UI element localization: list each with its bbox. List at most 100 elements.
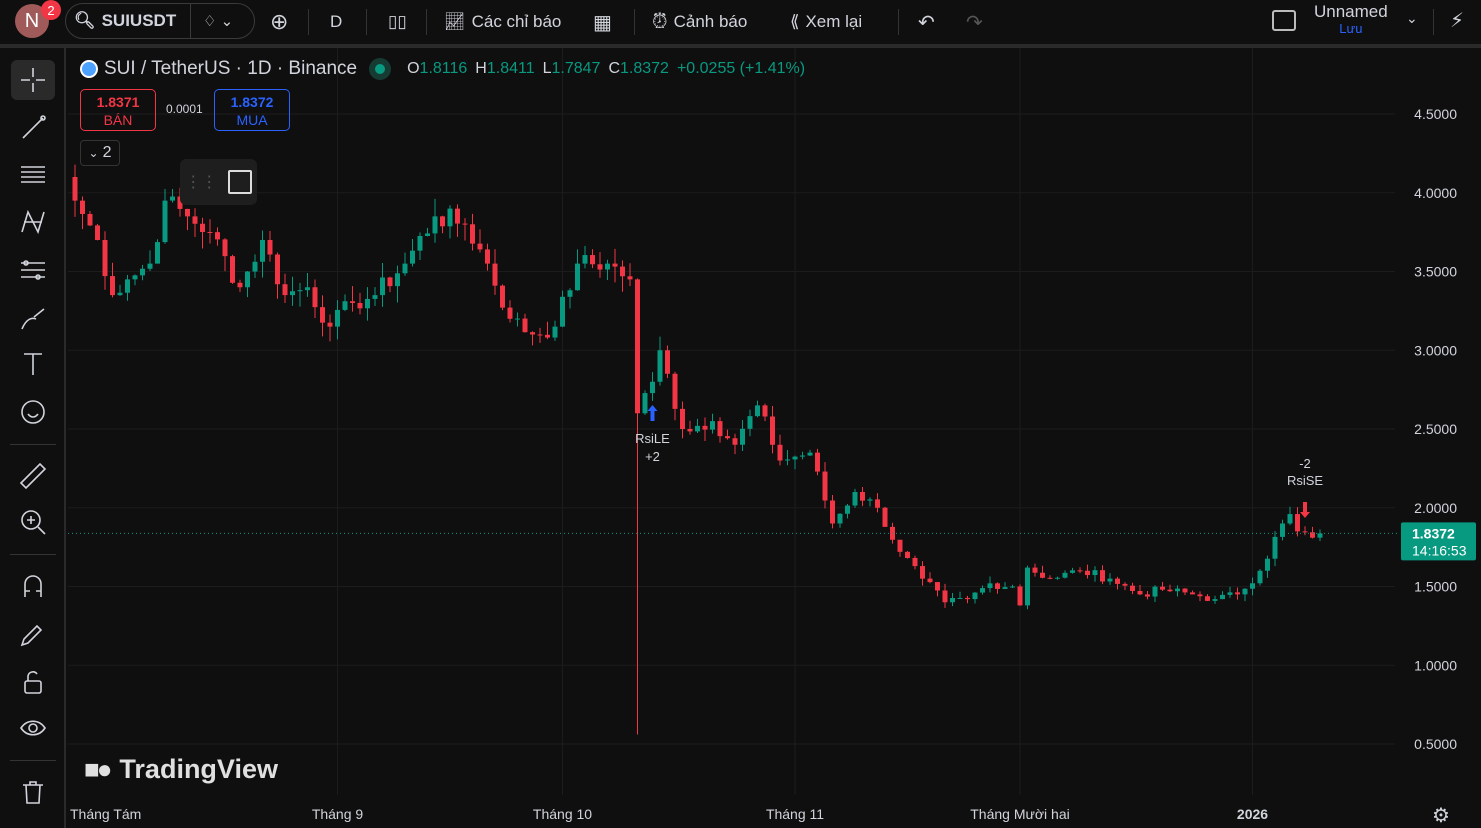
candle-body — [275, 254, 280, 285]
y-tick-label: 1.0000 — [1414, 657, 1457, 673]
rectangle-icon[interactable] — [227, 170, 252, 194]
high-value: 1.8411 — [486, 60, 535, 77]
candle-body — [1205, 596, 1210, 601]
candle-body — [852, 492, 858, 506]
candle-body — [1025, 567, 1030, 606]
indicators-collapse-button[interactable]: ⌄ 2 — [80, 140, 120, 166]
price-chart[interactable]: 4.5000 4.0000 3.5000 3.0000 2.5000 2.0000 1.50… — [68, 48, 1481, 828]
candle-body — [972, 592, 978, 600]
lock-all-tool[interactable] — [11, 662, 55, 702]
alerts-button[interactable]: ⏰︎ Cảnh báo — [644, 0, 755, 44]
candle-body — [1152, 586, 1158, 597]
drawing-toolbar — [0, 48, 66, 828]
crosshair-tool[interactable] — [11, 60, 55, 100]
symbol-search[interactable]: 🔍︎ SUIUSDT ♢ ⌄ — [65, 3, 255, 39]
sell-button[interactable]: 1.8371 BÁN — [80, 89, 156, 131]
candle-body — [260, 240, 265, 262]
tradingview-logo[interactable]: ■● TradingView — [84, 754, 278, 785]
candle-body — [500, 285, 505, 308]
symbol-title[interactable]: SUI / TetherUS · 1D · Binance — [104, 58, 357, 80]
candle-body — [87, 213, 93, 226]
candle-body — [1100, 570, 1105, 582]
replay-button[interactable]: ⟪ Xem lại — [782, 0, 870, 44]
lock-drawing-tool[interactable] — [11, 614, 55, 654]
measure-tool[interactable] — [11, 456, 55, 496]
diamond-icon[interactable]: ♢ ⌄ — [191, 12, 233, 30]
compare-button[interactable]: ⊕ — [262, 0, 296, 44]
candle-body — [1175, 588, 1180, 592]
candle-body — [537, 334, 543, 336]
spread-value: 0.0001 — [166, 102, 203, 116]
templates-button[interactable]: ▦ — [585, 0, 620, 44]
x-tick-label: Tháng 11 — [766, 806, 824, 822]
candle-body — [132, 275, 138, 280]
chart-type-button[interactable]: ▯▯ — [380, 0, 415, 44]
drag-handle-icon[interactable]: ⋮⋮ — [185, 172, 217, 192]
text-tool[interactable] — [11, 344, 55, 384]
trendline-tool[interactable] — [11, 108, 55, 148]
candle-body — [770, 416, 775, 445]
candle-body — [620, 266, 625, 277]
quick-search-icon[interactable]: ⚡︎ — [1450, 8, 1464, 33]
candle-body — [905, 551, 910, 558]
candle-body — [672, 373, 678, 409]
candle-body — [125, 279, 130, 293]
save-link[interactable]: Lưu — [1314, 20, 1388, 37]
zoom-tool[interactable] — [11, 502, 55, 542]
candle-body — [1190, 592, 1195, 595]
buy-button[interactable]: 1.8372 MUA — [214, 89, 290, 131]
candle-body — [207, 232, 213, 234]
candle-body — [845, 505, 850, 514]
sell-arrow-icon — [1300, 502, 1310, 518]
zoom-in-icon — [21, 510, 46, 535]
indicator-count: 2 — [102, 144, 112, 161]
candle-body — [1160, 586, 1165, 590]
candle-body — [417, 235, 423, 251]
candle-body — [1212, 599, 1218, 601]
brush-tool[interactable] — [11, 298, 55, 338]
candle-body — [485, 249, 490, 264]
indicators-button[interactable]: 📈︎ Các chỉ báo — [436, 0, 569, 44]
candle-body — [1010, 586, 1015, 588]
redo-button[interactable]: ↷ — [958, 0, 991, 44]
layout-name-button[interactable]: Unnamed Lưu — [1314, 3, 1388, 37]
candle-body — [702, 425, 708, 430]
hide-tool[interactable] — [11, 708, 55, 748]
rewind-icon: ⟪ — [790, 12, 800, 31]
eye-icon — [20, 720, 46, 736]
candle-body — [95, 225, 100, 240]
candle-body — [305, 287, 310, 291]
avatar-letter: N — [24, 9, 40, 32]
emoji-tool[interactable] — [11, 392, 55, 432]
alarm-icon: ⏰︎ — [652, 10, 668, 33]
crosshair-icon — [21, 68, 45, 92]
candle-body — [477, 243, 483, 250]
chevron-down-icon[interactable]: ⌄ — [1406, 10, 1418, 27]
x-tick-label: Tháng 9 — [312, 806, 364, 822]
candle-body — [762, 405, 768, 417]
delete-tool[interactable] — [11, 772, 55, 812]
candle-body — [447, 208, 453, 227]
candle-body — [560, 296, 565, 327]
magnet-tool[interactable] — [11, 566, 55, 606]
candle-body — [1280, 523, 1285, 537]
unlock-icon — [24, 671, 42, 694]
candle-body — [215, 232, 220, 240]
chart-settings-icon[interactable]: ⚙︎ — [1432, 803, 1450, 828]
forecast-tool[interactable] — [11, 250, 55, 290]
top-toolbar: N 2 🔍︎ SUIUSDT ♢ ⌄ ⊕ D ▯▯ 📈︎ Các chỉ báo ▦… — [0, 0, 1481, 44]
candle-body — [117, 292, 123, 296]
fib-tool[interactable] — [11, 154, 55, 194]
layout-square-icon[interactable] — [1272, 10, 1296, 31]
market-status-icon — [369, 58, 392, 80]
undo-button[interactable]: ↶ — [910, 0, 943, 44]
pattern-tool[interactable] — [11, 202, 55, 242]
symbol-text: SUIUSDT — [101, 11, 177, 30]
candle-body — [717, 421, 723, 437]
interval-button[interactable]: D — [322, 0, 350, 44]
candle-body — [980, 588, 985, 593]
open-value: 1.8116 — [419, 60, 468, 77]
forecast-icon — [21, 260, 45, 280]
x-tick-label: Tháng Tám — [70, 806, 141, 822]
chevron-down-icon: ⌄ — [88, 146, 99, 160]
